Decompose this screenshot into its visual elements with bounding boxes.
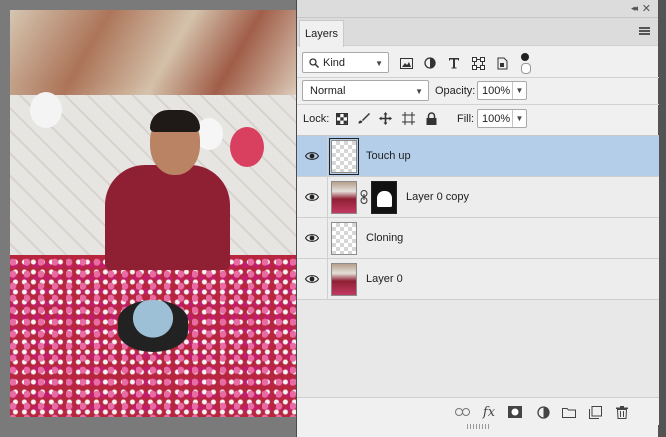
type-filter-icon[interactable]: [447, 56, 461, 70]
delete-layer-icon[interactable]: [614, 404, 630, 420]
layer-name[interactable]: Layer 0: [366, 273, 403, 285]
eye-icon[interactable]: [305, 273, 319, 285]
divider: [327, 177, 328, 218]
fill-value: 100%: [482, 112, 511, 125]
filter-kind-label: Kind: [323, 56, 346, 69]
collapse-panel-icon[interactable]: ◂◂: [631, 3, 638, 14]
chevron-down-icon[interactable]: ▼: [512, 82, 526, 99]
blend-mode-dropdown[interactable]: Normal ▼: [302, 80, 429, 101]
lock-artboard-icon[interactable]: [401, 111, 416, 126]
layer-thumbnail[interactable]: [329, 138, 359, 175]
person-hair: [150, 110, 200, 132]
chevron-down-icon[interactable]: ▼: [512, 110, 526, 127]
new-group-icon[interactable]: [561, 404, 577, 420]
fill-field[interactable]: 100% ▼: [477, 109, 527, 128]
layer-mask-thumbnail[interactable]: [371, 181, 397, 214]
chevron-down-icon: ▼: [375, 59, 383, 68]
layer-row-layer-0[interactable]: Layer 0: [297, 259, 659, 300]
lock-transparent-icon[interactable]: [334, 111, 349, 126]
opacity-field[interactable]: 100% ▼: [477, 81, 527, 100]
layer-thumbnail[interactable]: [331, 222, 357, 255]
birthday-cake: [118, 300, 188, 352]
chevron-down-icon: ▼: [415, 87, 423, 96]
layer-row-touch-up[interactable]: Touch up: [297, 136, 659, 177]
eye-icon[interactable]: [305, 191, 319, 203]
panel-tab-row: Layers: [297, 18, 658, 47]
divider: [297, 77, 659, 78]
fill-label: Fill:: [457, 113, 475, 125]
divider: [297, 104, 659, 105]
divider: [327, 136, 328, 177]
panel-menu-icon[interactable]: [639, 27, 650, 35]
layer-name[interactable]: Cloning: [366, 232, 403, 244]
tab-layers[interactable]: Layers: [299, 20, 344, 47]
lock-all-icon[interactable]: [424, 111, 439, 126]
blend-mode-value: Normal: [310, 84, 346, 97]
document-canvas[interactable]: [10, 10, 298, 417]
person-shirt: [105, 165, 230, 270]
opacity-label: Opacity:: [435, 85, 476, 97]
canvas-mural: [10, 10, 298, 95]
divider: [327, 218, 328, 259]
layer-thumbnail[interactable]: [331, 263, 357, 296]
filter-kind-dropdown[interactable]: Kind ▼: [302, 52, 389, 73]
filter-row: Kind ▼: [297, 52, 659, 74]
layer-row-cloning[interactable]: Cloning: [297, 218, 659, 259]
layer-thumbnail[interactable]: [331, 181, 357, 214]
layer-row-layer-0-copy[interactable]: Layer 0 copy: [297, 177, 659, 218]
search-icon: [309, 57, 319, 68]
opacity-value: 100%: [482, 84, 511, 97]
layers-bottom-toolbar: fx: [297, 397, 659, 425]
fx-icon[interactable]: fx: [481, 404, 497, 420]
shape-filter-icon[interactable]: [471, 56, 485, 70]
adjustment-layer-icon[interactable]: [535, 404, 551, 420]
panel-titlebar[interactable]: ◂◂ ✕: [297, 0, 658, 18]
lock-position-icon[interactable]: [378, 111, 393, 126]
pink-balloon: [230, 127, 264, 167]
layers-list: Touch up Layer 0 copy Cloning Layer 0: [297, 135, 659, 397]
add-mask-icon[interactable]: [507, 404, 523, 420]
filter-toggle-switch[interactable]: [520, 52, 531, 74]
layer-name[interactable]: Layer 0 copy: [406, 191, 469, 203]
image-filter-icon[interactable]: [399, 56, 413, 70]
layers-panel: ◂◂ ✕ Layers Kind ▼ Normal ▼ Opacity: 100…: [296, 0, 659, 437]
tab-layers-label: Layers: [304, 28, 339, 40]
eye-icon[interactable]: [305, 232, 319, 244]
lock-label: Lock:: [303, 113, 330, 125]
divider: [327, 259, 328, 300]
smart-object-filter-icon[interactable]: [495, 56, 509, 70]
close-panel-icon[interactable]: ✕: [642, 2, 651, 15]
link-mask-icon[interactable]: [360, 190, 368, 204]
new-layer-icon[interactable]: [587, 404, 603, 420]
link-layers-icon[interactable]: [454, 404, 470, 420]
adjustment-filter-icon[interactable]: [423, 56, 437, 70]
eye-icon[interactable]: [305, 150, 319, 162]
layer-name[interactable]: Touch up: [366, 150, 411, 162]
white-balloon: [30, 92, 62, 128]
lock-pixels-icon[interactable]: [356, 111, 371, 126]
resize-grip[interactable]: [467, 424, 489, 429]
